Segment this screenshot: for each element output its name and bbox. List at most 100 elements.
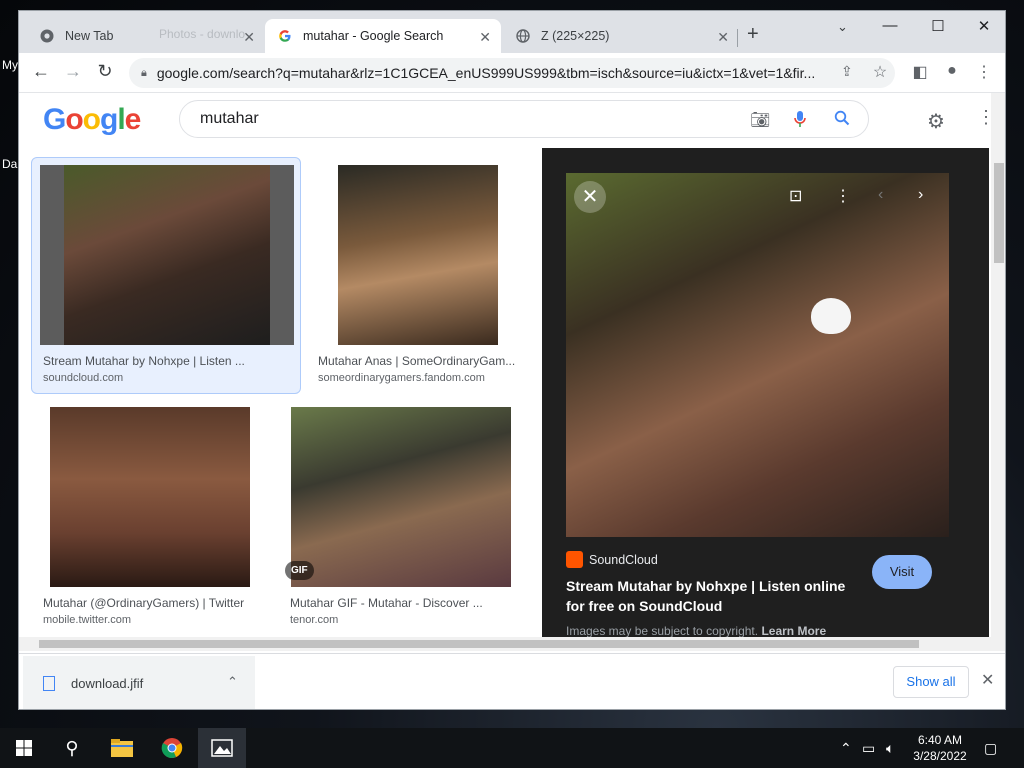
preview-photo	[566, 173, 949, 537]
vertical-scrollbar[interactable]	[991, 93, 1005, 651]
desktop-icon-label[interactable]: Da	[2, 157, 17, 171]
photos-app-icon[interactable]	[198, 728, 246, 768]
image-result[interactable]: Mutahar Anas | SomeOrdinaryGam... someor…	[309, 157, 529, 394]
preview-source[interactable]: SoundCloud	[566, 551, 658, 568]
result-image	[291, 407, 511, 587]
chrome-taskbar-icon[interactable]	[148, 728, 196, 768]
profile-avatar-icon[interactable]: ●	[941, 62, 963, 80]
download-shelf: download.jfif ⌃ Show all ✕	[19, 653, 1005, 709]
preview-image[interactable]	[566, 173, 949, 537]
tab-close-icon[interactable]: ✕	[717, 29, 729, 46]
notification-icon[interactable]: ▢	[984, 740, 997, 757]
result-thumbnail[interactable]	[40, 165, 294, 345]
bookmark-star-icon[interactable]: ☆	[869, 62, 891, 82]
taskbar: ⚲ ⌃ ▭ 🔈︎ 6:40 AM 3/28/2022 ▢	[0, 728, 1024, 768]
clock-time: 6:40 AM	[917, 733, 963, 747]
maximize-icon[interactable]: ☐	[915, 17, 961, 35]
ghost-tab-title: Photos - downlo	[159, 27, 246, 41]
chevron-up-icon[interactable]: ⌃	[227, 674, 238, 690]
lens-search-icon[interactable]: ⊡	[789, 186, 802, 206]
back-arrow-icon[interactable]: ←	[29, 61, 53, 82]
close-download-shelf-icon[interactable]: ✕	[981, 670, 994, 690]
system-clock[interactable]: 6:40 AM 3/28/2022	[908, 732, 972, 764]
share-icon[interactable]: ⇪	[841, 63, 853, 80]
tab-title: New Tab	[65, 29, 114, 43]
result-source[interactable]: soundcloud.com	[43, 372, 123, 384]
image-result[interactable]: GIF Mutahar GIF - Mutahar - Discover ...…	[281, 401, 521, 631]
google-logo[interactable]: Google	[43, 103, 141, 137]
tab-title: Z (225×225)	[541, 29, 610, 43]
settings-gear-icon[interactable]: ⚙	[927, 109, 945, 134]
preview-title[interactable]: Stream Mutahar by Nohxpe | Listen online…	[566, 576, 866, 616]
tab-title: mutahar - Google Search	[303, 29, 444, 43]
search-results-page: Google mutahar 📷︎ ⚙ ⋮⋮ Stream Mutahar by…	[19, 93, 989, 651]
result-title[interactable]: Mutahar (@OrdinaryGamers) | Twitter	[43, 596, 244, 610]
browser-toolbar: ← → ↻ 🔒︎ google.com/search?q=mutahar&rlz…	[19, 53, 1005, 93]
image-preview-panel: ✕ ⊡ ⋮ ‹ › SoundCloud Stream Mutahar by N…	[542, 148, 989, 651]
result-title[interactable]: Stream Mutahar by Nohxpe | Listen ...	[43, 354, 245, 368]
result-image	[64, 165, 270, 345]
address-url[interactable]: google.com/search?q=mutahar&rlz=1C1GCEA_…	[157, 65, 837, 81]
tab-separator	[737, 29, 738, 47]
previous-arrow-icon[interactable]: ‹	[878, 186, 883, 204]
result-thumbnail[interactable]	[338, 165, 498, 345]
result-title[interactable]: Mutahar GIF - Mutahar - Discover ...	[290, 596, 483, 610]
windows-start-icon[interactable]	[0, 728, 48, 768]
camera-lens-icon[interactable]: 📷︎	[750, 110, 770, 130]
download-file-name[interactable]: download.jfif	[71, 676, 143, 691]
result-source[interactable]: mobile.twitter.com	[43, 614, 131, 626]
result-image	[338, 165, 498, 345]
scrollbar-thumb[interactable]	[994, 163, 1004, 263]
search-input[interactable]: mutahar 📷︎	[179, 100, 869, 138]
learn-more-link[interactable]: Learn More	[761, 624, 826, 638]
file-icon	[43, 676, 55, 691]
microphone-icon[interactable]	[794, 110, 806, 133]
tab-image[interactable]: Z (225×225) ✕	[503, 19, 739, 53]
more-options-icon[interactable]: ⋮	[835, 186, 851, 206]
file-explorer-icon[interactable]	[98, 728, 146, 768]
tab-close-icon[interactable]: ✕	[479, 29, 491, 46]
volume-icon[interactable]: 🔈︎	[886, 740, 894, 757]
visit-button[interactable]: Visit	[872, 555, 932, 589]
tab-search-chevron-icon[interactable]: ⌄	[837, 19, 848, 35]
tab-strip: New Tab ✕ Photos - downlo mutahar - Goog…	[19, 11, 1005, 53]
result-image	[50, 407, 250, 587]
result-source[interactable]: someordinarygamers.fandom.com	[318, 372, 485, 384]
result-title[interactable]: Mutahar Anas | SomeOrdinaryGam...	[318, 354, 515, 368]
google-g-icon	[277, 28, 293, 44]
chevron-up-icon[interactable]: ⌃	[840, 740, 852, 757]
globe-icon	[515, 28, 531, 44]
apps-grid-icon[interactable]: ⋮⋮	[977, 107, 989, 128]
chrome-menu-icon[interactable]: ⋮	[973, 62, 995, 82]
close-window-icon[interactable]: ✕	[961, 17, 1005, 35]
minimize-icon[interactable]: —	[867, 17, 913, 34]
side-panel-icon[interactable]: ◧	[909, 62, 931, 82]
search-icon[interactable]	[834, 110, 850, 131]
desktop-icon-label[interactable]: My	[2, 58, 18, 72]
new-tab-plus-icon[interactable]: +	[747, 23, 759, 46]
result-source[interactable]: tenor.com	[290, 614, 338, 626]
close-preview-icon[interactable]: ✕	[574, 181, 606, 213]
result-thumbnail[interactable]	[50, 407, 250, 587]
reload-icon[interactable]: ↻	[93, 61, 117, 82]
download-item[interactable]: download.jfif ⌃	[23, 656, 255, 709]
next-arrow-icon[interactable]: ›	[918, 186, 923, 204]
horizontal-scrollbar[interactable]	[19, 637, 991, 651]
preview-source-name: SoundCloud	[589, 552, 658, 567]
image-result[interactable]: Mutahar (@OrdinaryGamers) | Twitter mobi…	[31, 401, 271, 631]
tab-google-search[interactable]: mutahar - Google Search ✕	[265, 19, 501, 53]
result-thumbnail[interactable]	[291, 407, 511, 587]
show-all-button[interactable]: Show all	[893, 666, 969, 698]
clock-date: 3/28/2022	[913, 749, 967, 763]
search-query-text[interactable]: mutahar	[200, 110, 259, 128]
gif-badge: GIF	[285, 561, 314, 580]
image-result[interactable]: Stream Mutahar by Nohxpe | Listen ... so…	[31, 157, 301, 394]
address-bar[interactable]: 🔒︎ google.com/search?q=mutahar&rlz=1C1GC…	[129, 58, 895, 88]
scrollbar-thumb[interactable]	[39, 640, 919, 648]
copyright-text: Images may be subject to copyright.	[566, 624, 759, 638]
network-icon[interactable]: ▭	[862, 740, 875, 757]
browser-window: New Tab ✕ Photos - downlo mutahar - Goog…	[18, 10, 1006, 710]
forward-arrow-icon[interactable]: →	[61, 61, 85, 82]
goose-sprite	[811, 298, 851, 334]
search-icon[interactable]: ⚲	[48, 728, 96, 768]
